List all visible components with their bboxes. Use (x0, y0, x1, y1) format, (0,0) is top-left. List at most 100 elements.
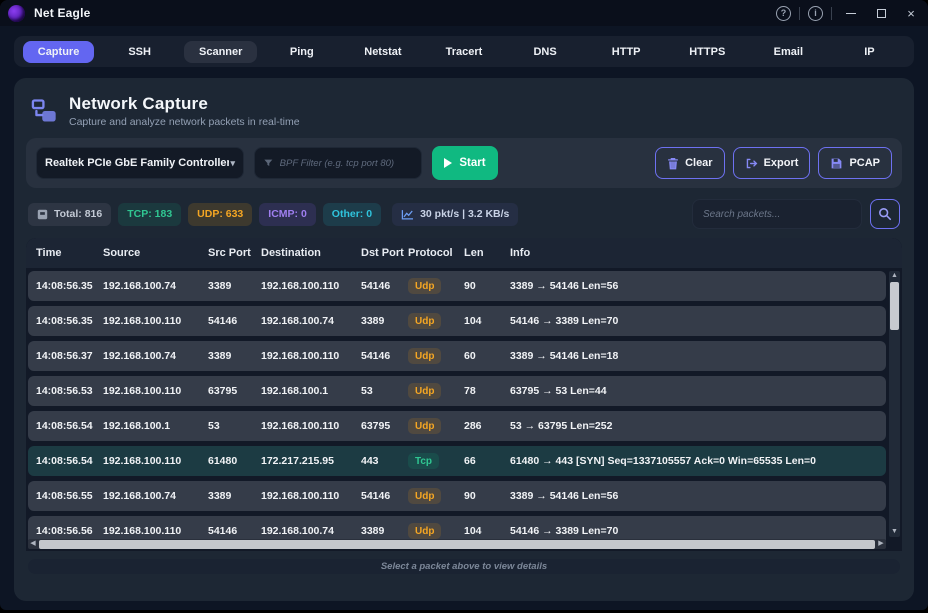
adapter-selected-value: Realtek PCIe GbE Family Controller (45, 157, 229, 169)
cell-info: 54146 → 3389 Len=70 (510, 315, 878, 327)
bpf-filter-field (254, 147, 422, 179)
cell-src_port: 3389 (208, 490, 261, 502)
tab-bar: Capture SSH Scanner Ping Netstat Tracert DNS HT… (14, 36, 914, 67)
cell-info: 63795 → 53 Len=44 (510, 385, 878, 397)
cell-time: 14:08:56.53 (36, 385, 94, 397)
table-row[interactable]: 14:08:56.37192.168.100.743389192.168.100… (28, 341, 886, 371)
detail-hint-bar: Select a packet above to view details (28, 559, 900, 574)
cell-time: 14:08:56.56 (36, 525, 94, 537)
tab-capture[interactable]: Capture (23, 41, 95, 63)
cell-src_port: 63795 (208, 385, 261, 397)
cell-src_port: 54146 (208, 315, 261, 327)
cell-src_port: 3389 (208, 350, 261, 362)
cell-protocol: Udp (408, 383, 464, 399)
tab-netstat[interactable]: Netstat (349, 41, 416, 63)
play-icon (444, 158, 452, 168)
tab-http[interactable]: HTTP (597, 41, 656, 63)
cell-info: 53 → 63795 Len=252 (510, 420, 878, 432)
cell-source: 192.168.100.74 (103, 280, 208, 292)
cell-len: 104 (464, 315, 510, 327)
table-row[interactable]: 14:08:56.53192.168.100.11063795192.168.1… (28, 376, 886, 406)
cell-protocol: Udp (408, 418, 464, 434)
pcap-button[interactable]: PCAP (818, 147, 892, 179)
packet-table: TimeSourceSrc PortDestinationDst PortPro… (26, 238, 902, 551)
cell-time: 14:08:56.54 (36, 455, 94, 467)
tab-tracert[interactable]: Tracert (431, 41, 498, 63)
cell-protocol: Udp (408, 278, 464, 294)
cell-source: 192.168.100.110 (103, 315, 208, 327)
adapter-select[interactable]: Realtek PCIe GbE Family Controller▾ (36, 147, 244, 179)
help-icon[interactable]: ? (776, 6, 791, 21)
cell-dst_port: 54146 (361, 280, 405, 292)
vertical-scrollbar-thumb[interactable] (890, 282, 899, 330)
close-icon: × (907, 7, 915, 20)
table-header: TimeSourceSrc PortDestinationDst PortPro… (26, 238, 902, 268)
cell-dst_port: 53 (361, 385, 405, 397)
cell-info: 3389 → 54146 Len=56 (510, 280, 878, 292)
titlebar-divider (831, 7, 832, 20)
titlebar: Net Eagle ? i × (0, 0, 928, 26)
horizontal-scrollbar-thumb[interactable] (39, 540, 875, 549)
cell-dst_port: 63795 (361, 420, 405, 432)
table-row[interactable]: 14:08:56.56192.168.100.11054146192.168.1… (28, 516, 886, 540)
export-button[interactable]: Export (733, 147, 811, 179)
tab-ping[interactable]: Ping (275, 41, 329, 63)
horizontal-scrollbar[interactable]: ◀ ▶ (28, 539, 886, 549)
tab-https[interactable]: HTTPS (674, 41, 740, 63)
cell-destination: 192.168.100.1 (261, 385, 361, 397)
clear-button[interactable]: Clear (655, 147, 725, 179)
scroll-down-icon[interactable]: ▼ (889, 527, 900, 537)
tab-ip[interactable]: IP (849, 41, 889, 63)
cell-src_port: 54146 (208, 525, 261, 537)
cell-protocol: Udp (408, 313, 464, 329)
bpf-filter-input[interactable] (280, 158, 413, 169)
table-body: 14:08:56.35192.168.100.743389192.168.100… (26, 268, 902, 540)
table-row[interactable]: 14:08:56.55192.168.100.743389192.168.100… (28, 481, 886, 511)
chevron-down-icon: ▾ (230, 158, 235, 169)
tab-dns[interactable]: DNS (518, 41, 571, 63)
cell-len: 78 (464, 385, 510, 397)
stat-rate-badge: 30 pkt/s | 3.2 KB/s (392, 203, 518, 226)
maximize-button[interactable] (870, 4, 892, 22)
cell-source: 192.168.100.74 (103, 350, 208, 362)
maximize-icon (877, 9, 886, 18)
search-button[interactable] (870, 199, 900, 229)
table-row[interactable]: 14:08:56.54192.168.100.153192.168.100.11… (28, 411, 886, 441)
protocol-badge: Udp (408, 383, 441, 399)
protocol-badge: Udp (408, 488, 441, 504)
tab-scanner[interactable]: Scanner (184, 41, 257, 63)
scroll-right-icon[interactable]: ▶ (876, 539, 886, 549)
protocol-badge: Udp (408, 523, 441, 539)
column-header-proto: Protocol (408, 247, 464, 259)
cell-time: 14:08:56.55 (36, 490, 94, 502)
protocol-badge: Udp (408, 418, 441, 434)
table-row[interactable]: 14:08:56.54192.168.100.11061480172.217.2… (28, 446, 886, 476)
search-input[interactable] (692, 199, 862, 229)
table-row[interactable]: 14:08:56.35192.168.100.11054146192.168.1… (28, 306, 886, 336)
tab-ssh[interactable]: SSH (113, 41, 166, 63)
protocol-badge: Udp (408, 313, 441, 329)
tab-email[interactable]: Email (759, 41, 818, 63)
packets-icon (37, 209, 48, 220)
cell-protocol: Udp (408, 488, 464, 504)
cell-src_port: 3389 (208, 280, 261, 292)
info-icon[interactable]: i (808, 6, 823, 21)
cell-dst_port: 3389 (361, 525, 405, 537)
stats-row: Total: 816 TCP: 183 UDP: 633 ICMP: 0 Oth… (28, 199, 900, 229)
cell-len: 66 (464, 455, 510, 467)
filter-funnel-icon (263, 157, 274, 169)
minimize-button[interactable] (840, 4, 862, 22)
vertical-scrollbar[interactable]: ▲ ▼ (889, 271, 900, 537)
export-icon (745, 157, 758, 170)
table-row[interactable]: 14:08:56.35192.168.100.743389192.168.100… (28, 271, 886, 301)
cell-protocol: Udp (408, 348, 464, 364)
scroll-up-icon[interactable]: ▲ (889, 271, 900, 281)
close-button[interactable]: × (900, 4, 922, 22)
save-disk-icon (830, 157, 843, 170)
cell-protocol: Udp (408, 523, 464, 539)
cell-info: 3389 → 54146 Len=56 (510, 490, 878, 502)
start-capture-button[interactable]: Start (432, 146, 498, 180)
stat-icmp-badge: ICMP: 0 (259, 203, 316, 226)
stat-tcp-badge: TCP: 183 (118, 203, 181, 226)
scroll-left-icon[interactable]: ◀ (28, 539, 38, 549)
